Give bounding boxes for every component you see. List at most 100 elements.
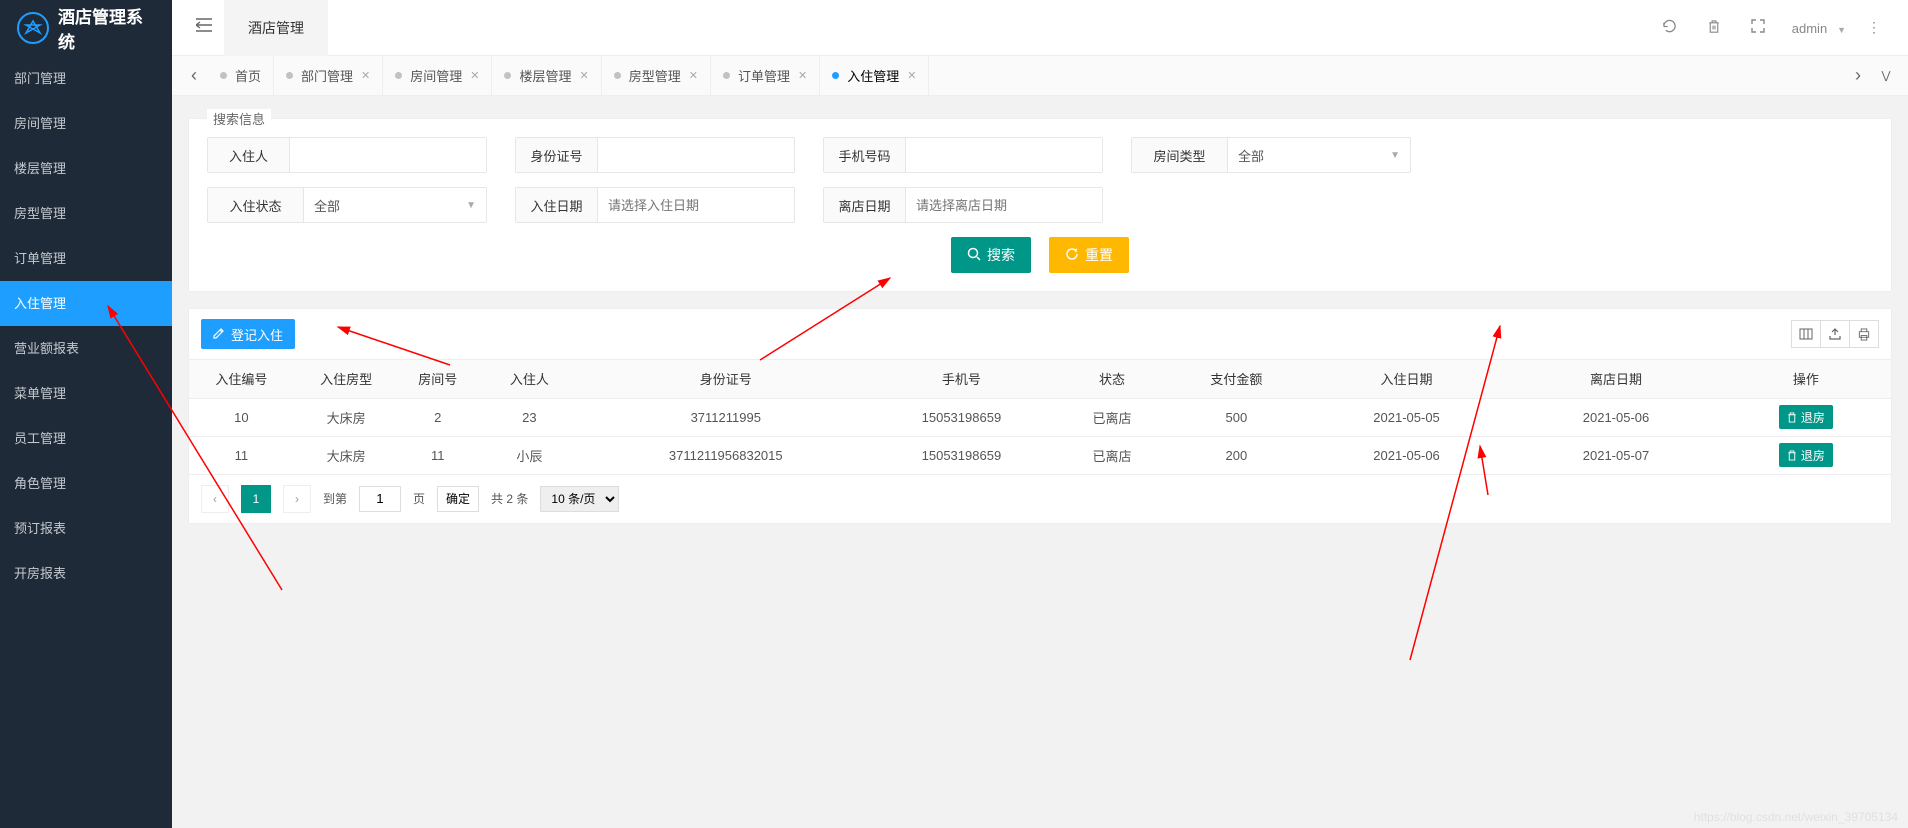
top-tab-label: 酒店管理 (248, 20, 304, 36)
page-suffix: 页 (413, 490, 425, 507)
goto-label: 到第 (323, 490, 347, 507)
table-body: 10大床房223371121199515053198659已离店5002021-… (189, 398, 1891, 474)
button-label: 登记入住 (231, 325, 283, 344)
page-tab-3[interactable]: 楼层管理 ✕ (492, 56, 601, 96)
page-prev-icon[interactable]: ‹ (201, 485, 229, 513)
table-toolbar: 登记入住 (189, 309, 1891, 360)
table-cell: 小辰 (477, 436, 582, 474)
tab-label: 订单管理 (738, 66, 790, 85)
checkout-date-input[interactable] (906, 188, 1102, 222)
reset-icon (1065, 247, 1079, 264)
search-button[interactable]: 搜索 (951, 237, 1031, 273)
column-header: 身份证号 (582, 360, 870, 398)
table-cell: 15053198659 (870, 436, 1053, 474)
tab-close-icon[interactable]: ✕ (798, 69, 807, 82)
checkin-person-input[interactable] (290, 138, 486, 172)
top-tab-hotel-management[interactable]: 酒店管理 (224, 0, 328, 56)
status-select[interactable]: 全部 ▼ (304, 188, 486, 222)
page-next-icon[interactable]: › (283, 485, 311, 513)
sidebar-item-4[interactable]: 订单管理 (0, 236, 172, 281)
table-panel: 登记入住 入住编号入住房型房间号入住人身份证号手机号状态支付金额入住日期离店日期… (188, 308, 1892, 524)
sidebar-item-10[interactable]: 预订报表 (0, 506, 172, 551)
tab-dot-icon (504, 72, 511, 79)
goto-page-input[interactable] (359, 486, 401, 512)
select-value: 全部 (314, 196, 340, 215)
table-cell: 2021-05-07 (1511, 436, 1720, 474)
page-tab-4[interactable]: 房型管理✕ (602, 56, 711, 96)
page-tab-6[interactable]: 入住管理✕ (820, 56, 929, 96)
sidebar-item-3[interactable]: 房型管理 (0, 191, 172, 236)
tab-label: 部门管理 (301, 66, 353, 85)
table-cell: 15053198659 (870, 398, 1053, 436)
sidebar-item-11[interactable]: 开房报表 (0, 551, 172, 596)
checkout-button[interactable]: 退房 (1779, 443, 1833, 467)
register-checkin-button[interactable]: 登记入住 (201, 319, 295, 349)
sidebar-item-0[interactable]: 部门管理 (0, 56, 172, 101)
room-type-select[interactable]: 全部 ▼ (1228, 138, 1410, 172)
sidebar-item-6[interactable]: 营业额报表 (0, 326, 172, 371)
trash-icon[interactable] (1692, 19, 1736, 37)
table-cell: 大床房 (294, 398, 399, 436)
fullscreen-icon[interactable] (1736, 19, 1780, 36)
export-icon[interactable] (1820, 320, 1850, 348)
tab-prev-icon[interactable]: ‹ (180, 56, 208, 96)
search-checkin-person: 入住人 (207, 137, 487, 173)
tab-label: 楼层管理 (519, 66, 571, 85)
reset-button[interactable]: 重置 (1049, 237, 1129, 273)
sidebar-toggle-icon[interactable] (184, 18, 224, 37)
page-size-select[interactable]: 10 条/页 (540, 486, 619, 512)
sidebar-item-9[interactable]: 角色管理 (0, 461, 172, 506)
page-tab-5[interactable]: 订单管理 ✕ (711, 56, 820, 96)
tab-dot-icon (832, 72, 839, 79)
search-checkin-date: 入住日期 (515, 187, 795, 223)
tab-close-icon[interactable]: ✕ (470, 69, 479, 82)
sidebar-item-8[interactable]: 员工管理 (0, 416, 172, 461)
refresh-icon[interactable] (1648, 19, 1692, 37)
tab-close-icon[interactable]: ✕ (689, 69, 698, 82)
checkin-date-input[interactable] (598, 188, 794, 222)
phone-input[interactable] (906, 138, 1102, 172)
trash-icon (1787, 450, 1797, 461)
table-cell: 2021-05-06 (1302, 436, 1511, 474)
columns-icon[interactable] (1791, 320, 1821, 348)
topbar: 酒店管理 admin ▼ ⋮ (172, 0, 1908, 56)
column-header: 手机号 (870, 360, 1053, 398)
id-number-input[interactable] (598, 138, 794, 172)
column-header: 入住人 (477, 360, 582, 398)
sidebar-item-1[interactable]: 房间管理 (0, 101, 172, 146)
trash-icon (1787, 412, 1797, 423)
chevron-down-icon: ▼ (1837, 25, 1846, 35)
page-tab-1[interactable]: 部门管理 ✕ (274, 56, 383, 96)
page-tab-0[interactable]: 首页 (208, 56, 274, 96)
tab-menu-icon[interactable]: ⋁ (1872, 56, 1900, 96)
table-row: 10大床房223371121199515053198659已离店5002021-… (189, 398, 1891, 436)
sidebar-item-7[interactable]: 菜单管理 (0, 371, 172, 416)
tabs: 首页部门管理✕房间管理✕楼层管理✕房型管理✕订单管理✕入住管理✕ (208, 56, 1844, 96)
brand-logo-icon (16, 11, 50, 45)
tab-next-icon[interactable]: › (1844, 56, 1872, 96)
goto-confirm-button[interactable]: 确定 (437, 486, 479, 512)
tab-close-icon[interactable]: ✕ (907, 69, 916, 82)
edit-icon (213, 327, 225, 342)
table-cell: 3711211995 (582, 398, 870, 436)
tab-close-icon[interactable]: ✕ (361, 69, 370, 82)
page-current[interactable]: 1 (241, 485, 271, 513)
total-count: 共 2 条 (491, 490, 528, 507)
search-panel: 搜索信息 入住人 身份证号 手机号码 房间类型 (188, 118, 1892, 292)
user-menu[interactable]: admin ▼ (1780, 20, 1852, 36)
field-label: 入住日期 (516, 188, 598, 222)
table-cell: 2021-05-06 (1511, 398, 1720, 436)
column-header: 入住编号 (189, 360, 294, 398)
checkout-button[interactable]: 退房 (1779, 405, 1833, 429)
field-label: 入住状态 (208, 188, 304, 222)
main: 酒店管理 admin ▼ ⋮ ‹ 首页部门管理✕房间管理✕楼层管理✕房型管理✕订… (172, 0, 1908, 828)
sidebar-item-2[interactable]: 楼层管理 (0, 146, 172, 191)
column-header: 支付金额 (1171, 360, 1302, 398)
tab-close-icon[interactable]: ✕ (580, 69, 589, 82)
table-cell: 200 (1171, 436, 1302, 474)
print-icon[interactable] (1849, 320, 1879, 348)
page-tab-2[interactable]: 房间管理✕ (383, 56, 492, 96)
sidebar-item-5[interactable]: 入住管理 (0, 281, 172, 326)
more-icon[interactable]: ⋮ (1852, 19, 1896, 36)
search-icon (967, 247, 981, 264)
